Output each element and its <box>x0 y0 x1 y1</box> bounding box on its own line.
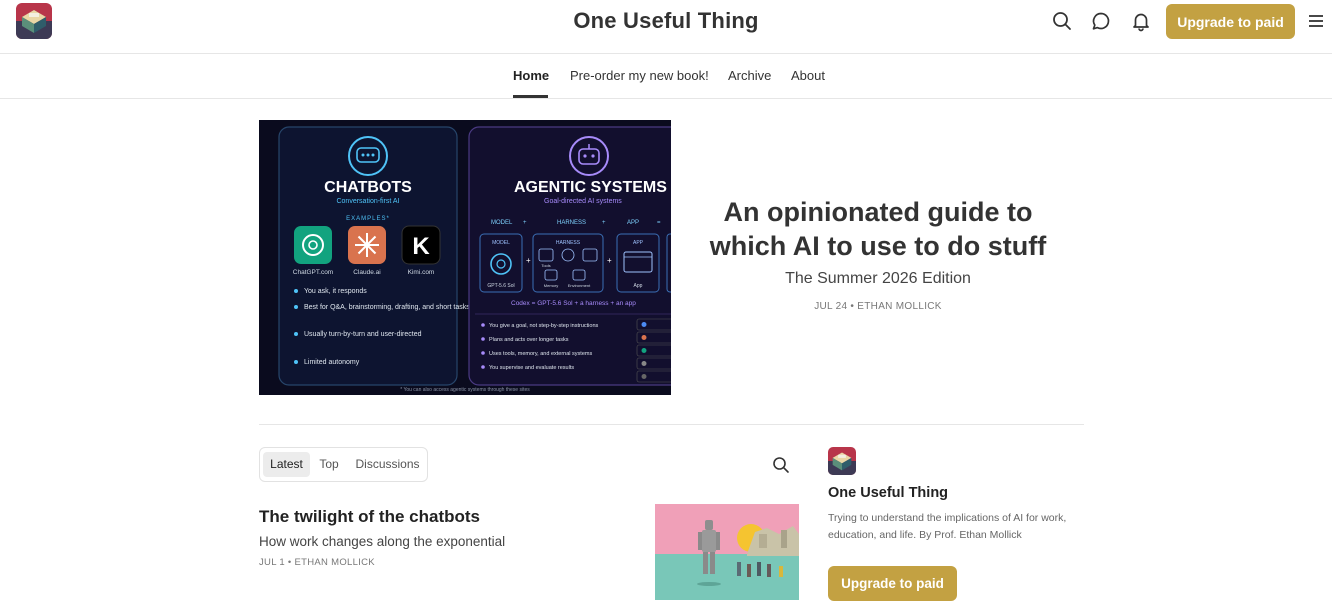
svg-text:+: + <box>526 256 531 265</box>
svg-text:+: + <box>607 256 612 265</box>
menu-icon[interactable] <box>1306 12 1326 30</box>
chatgpt-app-icon <box>294 226 332 264</box>
tab-discussions[interactable]: Discussions <box>350 452 425 477</box>
nav-item-archive[interactable]: Archive <box>728 68 771 83</box>
agentic-bullet-4: You supervise and evaluate results <box>489 365 574 371</box>
chatbot-bullet-1: You ask, it responds <box>304 288 367 295</box>
nav-item-about[interactable]: About <box>791 68 825 83</box>
chatbot-bullet-4: Limited autonomy <box>304 359 360 366</box>
search-icon[interactable] <box>1051 10 1073 32</box>
tab-latest[interactable]: Latest <box>263 452 310 477</box>
sidebar-logo[interactable] <box>828 447 856 475</box>
svg-text:Environment: Environment <box>568 283 591 288</box>
post-subtitle: How work changes along the exponential <box>259 534 506 549</box>
agentic-bullet-1: You give a goal, not step-by-step instru… <box>489 323 599 329</box>
post-search-icon[interactable] <box>772 456 790 474</box>
formula-harness: HARNESS <box>557 220 586 226</box>
hero-post-meta: JUL 24 • ETHAN MOLLICK <box>814 301 942 312</box>
svg-text:APP: APP <box>633 240 644 246</box>
codex-equation: Codex = GPT-5.6 Sol + a harness + an app <box>511 300 636 307</box>
nav-active-indicator <box>513 95 548 98</box>
hero-image[interactable]: CHATBOTS Conversation-first AI EXAMPLES*… <box>259 120 671 395</box>
sidebar-upgrade-button[interactable]: Upgrade to paid <box>828 566 957 601</box>
app-caption-kimi: Kimi.com <box>408 269 435 276</box>
main-nav: Home Pre-order my new book! Archive Abou… <box>0 55 1332 99</box>
section-divider <box>259 424 1084 425</box>
upgrade-button[interactable]: Upgrade to paid <box>1166 4 1295 39</box>
svg-text:=: = <box>657 220 661 226</box>
top-header: One Useful Thing Upgrade to paid <box>0 0 1332 54</box>
post-filter-tabs: Latest Top Discussions <box>259 447 428 482</box>
formula-model: MODEL <box>491 220 513 226</box>
agentic-bullet-3: Uses tools, memory, and external systems <box>489 351 592 357</box>
formula-app: APP <box>627 220 639 226</box>
app-caption-claude: Claude.ai <box>353 269 380 276</box>
svg-text:+: + <box>602 220 606 226</box>
agentic-title: AGENTIC SYSTEMS <box>514 179 667 196</box>
examples-label: EXAMPLES* <box>346 216 390 222</box>
svg-text:K: K <box>412 233 430 260</box>
hero-post-subtitle: The Summer 2026 Edition <box>785 270 971 287</box>
agentic-subtitle: Goal-directed AI systems <box>544 198 622 205</box>
post-meta: JUL 1 • ETHAN MOLLICK <box>259 557 375 568</box>
svg-text:App: App <box>634 283 643 289</box>
chatbots-subtitle: Conversation-first AI <box>336 198 399 205</box>
sidebar-title[interactable]: One Useful Thing <box>828 485 948 501</box>
svg-text:Tools: Tools <box>541 263 550 268</box>
chatbots-title: CHATBOTS <box>324 179 412 196</box>
svg-text:MODEL: MODEL <box>492 240 510 246</box>
agentic-bullet-2: Plans and acts over longer tasks <box>489 337 569 343</box>
nav-item-home[interactable]: Home <box>513 68 549 83</box>
sidebar-description: Trying to understand the implications of… <box>828 512 1067 541</box>
chatbot-bullet-2: Best for Q&A, brainstorming, drafting, a… <box>304 304 470 311</box>
svg-text:+: + <box>523 220 527 226</box>
infographic-footnote: * You can also access agentic systems th… <box>400 387 530 393</box>
nav-item-preorder[interactable]: Pre-order my new book! <box>570 68 709 83</box>
model-caption: GPT-5.6 Sol <box>487 283 514 289</box>
chat-icon[interactable] <box>1090 10 1112 32</box>
chatbot-bullet-3: Usually turn-by-turn and user-directed <box>304 331 422 338</box>
bell-icon[interactable] <box>1130 10 1152 32</box>
svg-text:HARNESS: HARNESS <box>556 240 581 246</box>
hero-post-title[interactable]: An opinionated guide to which AI to use … <box>690 195 1066 263</box>
app-caption-chatgpt: ChatGPT.com <box>293 269 333 276</box>
post-title[interactable]: The twilight of the chatbots <box>259 507 480 527</box>
svg-text:Memory: Memory <box>544 283 558 288</box>
tab-top[interactable]: Top <box>313 452 345 477</box>
post-thumbnail[interactable] <box>655 504 799 600</box>
